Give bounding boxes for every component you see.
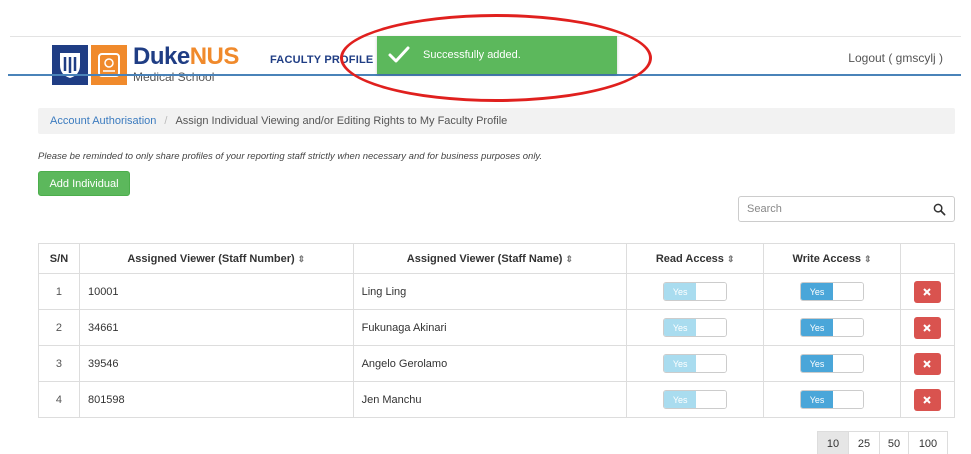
- table-row: 1 10001 Ling Ling Yes Yes: [38, 273, 956, 310]
- viewer-table: S/N Assigned Viewer (Staff Number) ⇕ Assi…: [38, 243, 956, 418]
- cell-staff-name: Jen Manchu: [352, 381, 628, 418]
- dukenus-logo[interactable]: DukeNUS Medical School: [52, 45, 239, 95]
- column-header-actions: [899, 243, 956, 274]
- cell-staff-number: 801598: [78, 381, 354, 418]
- breadcrumb-account-authorisation[interactable]: Account Authorisation: [50, 115, 156, 127]
- search-box[interactable]: [738, 196, 955, 222]
- column-header-staff-number[interactable]: Assigned Viewer (Staff Number) ⇕: [78, 243, 354, 274]
- page-size-selector: 10 25 50 100: [817, 431, 948, 454]
- logo-brand-duke: Duke: [133, 43, 190, 70]
- read-access-toggle[interactable]: Yes: [663, 354, 728, 373]
- cell-sn: 2: [38, 309, 80, 346]
- delete-button[interactable]: [913, 316, 941, 339]
- table-row: 4 801598 Jen Manchu Yes Yes: [38, 381, 956, 418]
- table-header-row: S/N Assigned Viewer (Staff Number) ⇕ Assi…: [38, 243, 956, 274]
- search-input[interactable]: [747, 203, 933, 215]
- column-header-read-access[interactable]: Read Access ⇕: [626, 243, 765, 274]
- close-icon: [923, 323, 932, 332]
- page-size-50[interactable]: 50: [879, 431, 909, 454]
- toast-message: Successfully added.: [423, 49, 521, 61]
- read-access-label: Yes: [664, 283, 697, 300]
- cell-sn: 1: [38, 273, 80, 310]
- sort-icon[interactable]: ⇕: [298, 254, 306, 264]
- read-access-label: Yes: [664, 391, 697, 408]
- column-header-write-access[interactable]: Write Access ⇕: [763, 243, 901, 274]
- page-size-100[interactable]: 100: [908, 431, 948, 454]
- close-icon: [923, 287, 932, 296]
- breadcrumb: Account Authorisation / Assign Individua…: [38, 108, 955, 134]
- check-icon: [388, 46, 410, 63]
- cell-staff-name: Angelo Gerolamo: [352, 345, 628, 382]
- table-row: 3 39546 Angelo Gerolamo Yes Yes: [38, 345, 956, 382]
- success-toast: Successfully added.: [377, 36, 617, 74]
- write-access-toggle[interactable]: Yes: [800, 390, 865, 409]
- header-underline: [8, 74, 961, 76]
- cell-staff-number: 34661: [78, 309, 354, 346]
- breadcrumb-separator: /: [164, 115, 168, 127]
- cell-staff-number: 10001: [78, 273, 354, 310]
- sort-icon[interactable]: ⇕: [864, 254, 872, 264]
- write-access-toggle[interactable]: Yes: [800, 282, 865, 301]
- delete-button[interactable]: [913, 388, 941, 411]
- search-icon[interactable]: [933, 203, 946, 216]
- logout-link[interactable]: Logout ( gmscylj ): [848, 51, 943, 65]
- sort-icon[interactable]: ⇕: [565, 254, 573, 264]
- write-access-toggle[interactable]: Yes: [800, 354, 865, 373]
- duke-shield-icon: [52, 45, 88, 85]
- cell-staff-number: 39546: [78, 345, 354, 382]
- write-access-label: Yes: [801, 355, 834, 372]
- read-access-label: Yes: [664, 319, 697, 336]
- page-size-10[interactable]: 10: [817, 431, 849, 454]
- table-row: 2 34661 Fukunaga Akinari Yes Yes: [38, 309, 956, 346]
- column-header-sn: S/N: [38, 243, 80, 274]
- write-access-label: Yes: [801, 319, 834, 336]
- cell-staff-name: Fukunaga Akinari: [352, 309, 628, 346]
- write-access-toggle[interactable]: Yes: [800, 318, 865, 337]
- read-access-label: Yes: [664, 355, 697, 372]
- cell-sn: 3: [38, 345, 80, 382]
- sort-icon[interactable]: ⇕: [727, 254, 735, 264]
- write-access-label: Yes: [801, 391, 834, 408]
- page-size-25[interactable]: 25: [848, 431, 880, 454]
- delete-button[interactable]: [913, 280, 941, 303]
- read-access-toggle[interactable]: Yes: [663, 390, 728, 409]
- close-icon: [923, 395, 932, 404]
- breadcrumb-current: Assign Individual Viewing and/or Editing…: [175, 115, 508, 127]
- write-access-label: Yes: [801, 283, 834, 300]
- add-individual-button[interactable]: Add Individual: [38, 171, 130, 196]
- reminder-notice: Please be reminded to only share profile…: [38, 151, 543, 162]
- read-access-toggle[interactable]: Yes: [663, 318, 728, 337]
- logo-subtitle: Medical School: [133, 70, 215, 84]
- column-header-staff-name[interactable]: Assigned Viewer (Staff Name) ⇕: [352, 243, 628, 274]
- read-access-toggle[interactable]: Yes: [663, 282, 728, 301]
- nav-faculty-profile[interactable]: FACULTY PROFILE: [270, 54, 373, 66]
- cell-sn: 4: [38, 381, 80, 418]
- logo-brand-nus: NUS: [189, 43, 240, 70]
- close-icon: [923, 359, 932, 368]
- nus-crest-icon: [91, 45, 127, 85]
- delete-button[interactable]: [913, 352, 941, 375]
- cell-staff-name: Ling Ling: [352, 273, 628, 310]
